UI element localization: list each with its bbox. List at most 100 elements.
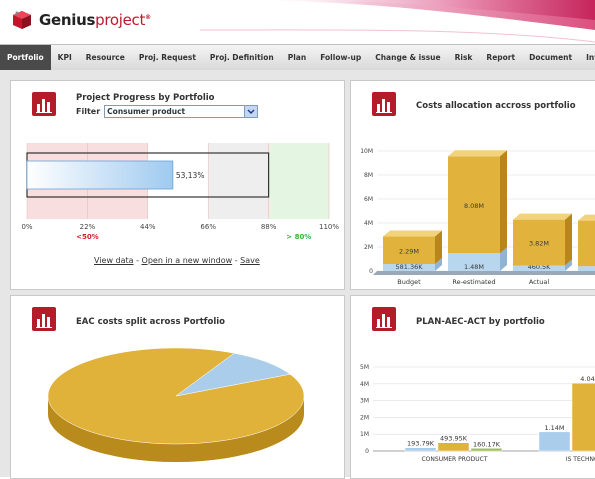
portfolio-filter-select[interactable]: Consumer product [104, 105, 259, 118]
panel-title: Costs allocation accross portfolio [416, 101, 576, 111]
bar-value-label: 4.04 [580, 375, 594, 383]
panel-title: Project Progress by Portfolio [76, 93, 215, 103]
nav-item-document[interactable]: Document [522, 45, 579, 70]
plan-chart: 0 1M 2M 3M 4M 5M 193.79K 493.95K 160.17K CONSUMER… [360, 364, 595, 463]
save-link[interactable]: Save [240, 256, 260, 265]
y-tick-label: 4M [360, 381, 369, 388]
x-category-label: IS TECHNOLOG [566, 456, 595, 463]
y-tick-label: 2M [364, 244, 373, 251]
bar [538, 431, 571, 452]
y-tick-label: 0 [365, 448, 369, 455]
app-header: Geniusproject® [0, 0, 595, 44]
main-nav: Portfolio KPI Resource Proj. Request Pro… [0, 44, 595, 71]
chart-icon [32, 307, 56, 331]
panel-eac-split: EAC costs split across Portfolio [10, 295, 345, 479]
x-category-label: Actual [529, 278, 550, 286]
nav-item-proj-definition[interactable]: Proj. Definition [203, 45, 281, 70]
nav-item-plan[interactable]: Plan [281, 45, 313, 70]
nav-item-portfolio[interactable]: Portfolio [0, 45, 51, 70]
bar [404, 447, 437, 452]
bar-value-label: 160.17K [473, 440, 501, 448]
bar [571, 382, 595, 452]
eac-pie-chart [47, 347, 305, 462]
bar-top [513, 213, 572, 220]
y-tick-label: 2M [360, 414, 369, 421]
logo-cube-icon [13, 11, 31, 29]
x-category-label: CONSUMER PRODUCT [421, 456, 487, 463]
dashboard-content: Project Progress by Portfolio Filter Con… [0, 70, 595, 479]
bar-top [448, 150, 507, 157]
panel-plan-aec-act: PLAN-AEC-ACT by portfolio 0 1M 2M 3M 4M 5M 193… [350, 295, 595, 479]
filter-row: Filter Consumer product [76, 105, 259, 118]
chart-floor [373, 271, 595, 275]
bar [470, 448, 503, 452]
panel-links: View data - Open in a new window - Save [94, 256, 260, 265]
logo-text: Geniusproject® [39, 11, 151, 29]
filter-selected-value: Consumer product [107, 107, 186, 116]
nav-item-resource[interactable]: Resource [79, 45, 132, 70]
nav-item-proj-request[interactable]: Proj. Request [132, 45, 203, 70]
nav-item-report[interactable]: Report [479, 45, 522, 70]
nav-item-follow-up[interactable]: Follow-up [313, 45, 368, 70]
y-tick-label: 6M [364, 196, 373, 203]
logo-registered-mark: ® [145, 14, 151, 21]
bar-value-label: 8.08M [464, 202, 484, 210]
x-category-label: Re-estimated [452, 278, 495, 286]
nav-item-risk[interactable]: Risk [448, 45, 480, 70]
view-data-link[interactable]: View data [94, 256, 134, 265]
x-tick-label: 0% [21, 223, 32, 231]
y-tick-label: 3M [360, 398, 369, 405]
chevron-down-icon[interactable] [244, 106, 258, 117]
x-tick-label: 88% [261, 223, 277, 231]
bar-segment [578, 266, 595, 271]
nav-item-invoice[interactable]: Invoi [579, 45, 595, 70]
threshold-high-label: > 80% [286, 233, 311, 241]
bar-value-label: 2.29M [399, 247, 419, 255]
gauge-band-3 [268, 143, 329, 219]
costs-chart: 0 2M 4M 6M 8M 10M 581.36K 2.29M Budget 1.48M 8.08M… [360, 148, 595, 286]
gauge-band-2 [208, 143, 269, 219]
y-tick-label: 5M [360, 364, 369, 371]
panel-title: EAC costs split across Portfolio [76, 317, 226, 327]
progress-bar [26, 160, 174, 190]
panel-project-progress: Project Progress by Portfolio Filter Con… [10, 80, 345, 290]
bar-value-label: 581.36K [395, 263, 423, 271]
nav-item-kpi[interactable]: KPI [51, 45, 79, 70]
x-category-label: Budget [397, 278, 421, 286]
open-new-window-link[interactable]: Open in a new window [142, 256, 233, 265]
bar-side [500, 150, 507, 254]
x-tick-label: 66% [200, 223, 216, 231]
panel-title: PLAN-AEC-ACT by portfolio [416, 317, 545, 327]
bar-top [578, 214, 595, 221]
nav-item-change-issue[interactable]: Change & issue [368, 45, 447, 70]
chart-icon [372, 307, 396, 331]
y-tick-label: 0 [369, 268, 373, 275]
progress-chart: 0% 22% 44% 66% 88% 110% 53,13% <50% > 80% [21, 143, 339, 241]
threshold-low-label: <50% [76, 233, 99, 241]
bar-value-label: 493.95K [440, 435, 468, 443]
y-tick-label: 10M [360, 148, 373, 155]
x-tick-label: 44% [140, 223, 156, 231]
link-separator: - [136, 256, 139, 265]
logo[interactable]: Geniusproject® [11, 9, 151, 31]
bar-value-label: 1.14M [544, 424, 564, 432]
x-tick-label: 110% [319, 223, 339, 231]
panel-costs-allocation: Costs allocation accross portfolio 0 2M 4M… [350, 80, 595, 290]
logo-product: project [95, 11, 146, 29]
chart-icon [32, 92, 56, 116]
bar-side [565, 213, 572, 266]
bar-value-label: 3.82M [529, 240, 549, 248]
y-tick-label: 4M [364, 220, 373, 227]
logo-brand: Genius [39, 11, 96, 29]
y-tick-label: 8M [364, 172, 373, 179]
chart-icon [372, 92, 396, 116]
bar [437, 442, 470, 452]
link-separator: - [234, 256, 238, 265]
bar-value-label: 193.79K [407, 440, 435, 448]
bar-value-label: 1.48M [464, 263, 484, 271]
progress-value-label: 53,13% [176, 171, 205, 180]
y-tick-label: 1M [360, 431, 369, 438]
bar-segment [578, 220, 595, 267]
x-tick-label: 22% [80, 223, 96, 231]
bar-top [383, 230, 442, 237]
